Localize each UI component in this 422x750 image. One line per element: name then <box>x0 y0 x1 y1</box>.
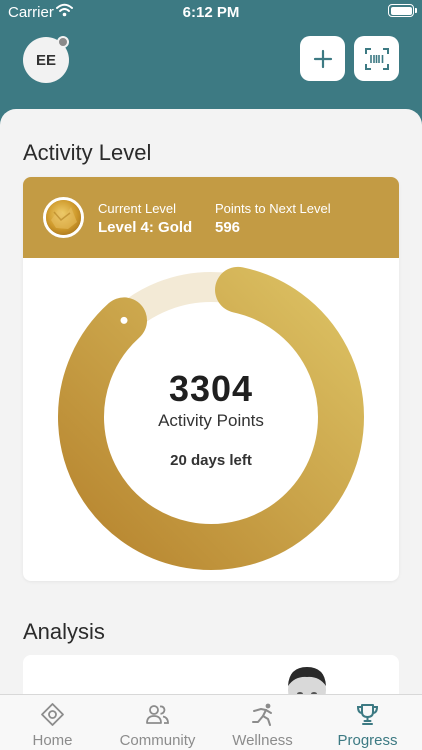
analysis-title: Analysis <box>23 619 105 644</box>
next-level-value: 596 <box>215 219 241 236</box>
activity-level-title: Activity Level <box>23 140 152 165</box>
activity-card[interactable]: Current Level Level 4: Gold Points to Ne… <box>23 177 399 581</box>
tab-wellness[interactable]: Wellness <box>210 695 315 750</box>
next-level-caption: Points to Next Level <box>215 201 331 216</box>
tab-community[interactable]: Community <box>105 695 210 750</box>
status-bar: Carrier 6:12 PM <box>0 0 422 26</box>
community-icon <box>146 705 169 724</box>
barcode-scan-icon <box>364 47 389 70</box>
tab-progress[interactable]: Progress <box>315 695 420 750</box>
status-dot <box>57 36 69 48</box>
tab-progress-label: Progress <box>337 732 398 749</box>
tab-home[interactable]: Home <box>0 695 105 750</box>
tab-community-label: Community <box>119 732 196 749</box>
current-level-value: Level 4: Gold <box>98 219 193 236</box>
points-caption: Activity Points <box>158 411 264 430</box>
clock: 6:12 PM <box>182 4 240 21</box>
trophy-icon <box>356 704 379 725</box>
battery-icon <box>388 4 417 17</box>
ring-end-marker <box>120 316 128 324</box>
tab-wellness-label: Wellness <box>232 732 293 749</box>
tab-home-label: Home <box>32 732 73 749</box>
home-icon <box>41 703 64 726</box>
points-value: 3304 <box>168 368 254 409</box>
next-level: Points to Next Level 596 <box>215 201 331 236</box>
wellness-icon <box>252 703 272 726</box>
gold-medal-icon <box>43 197 84 238</box>
plus-icon <box>313 49 332 68</box>
scan-button[interactable] <box>354 36 399 81</box>
current-level-caption: Current Level <box>98 201 177 216</box>
level-banner: Current Level Level 4: Gold Points to Ne… <box>23 177 399 258</box>
days-left: 20 days left <box>170 452 252 469</box>
add-button[interactable] <box>300 36 345 81</box>
tab-bar: Home Community Wellness Progress <box>0 694 422 750</box>
current-level: Current Level Level 4: Gold <box>98 201 192 236</box>
